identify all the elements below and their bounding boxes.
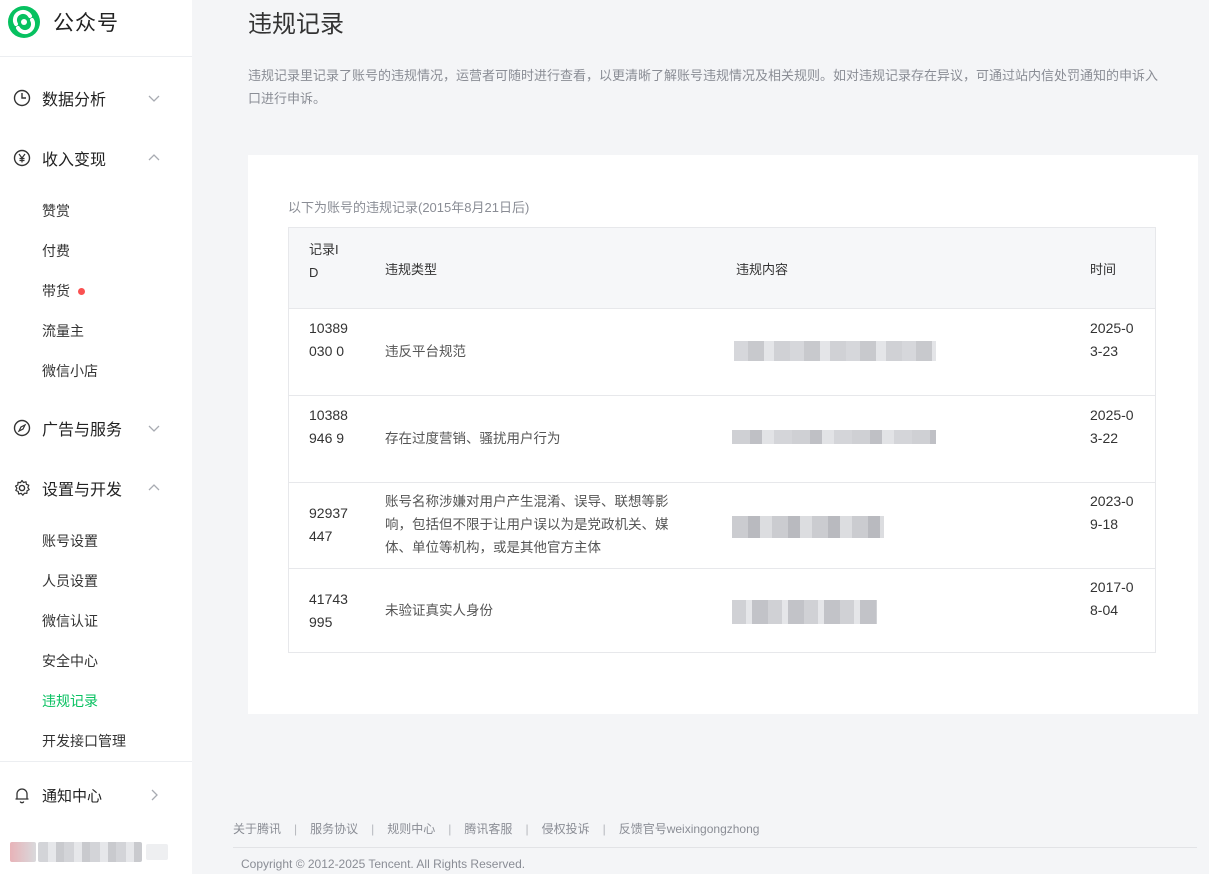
chevron-down-icon	[147, 91, 161, 105]
nav-section-settings-dev[interactable]: 设置与开发	[0, 468, 192, 508]
sidebar-item-dev-api[interactable]: 开发接口管理	[42, 729, 126, 753]
table-row: 92937447 账号名称涉嫌对用户产生混淆、误导、联想等影响，包括但不限于让用…	[289, 482, 1155, 569]
violation-type: 账号名称涉嫌对用户产生混淆、误导、联想等影响，包括但不限于让用户误以为是党政机关…	[385, 494, 669, 555]
compass-icon	[13, 419, 31, 437]
nav-section-label: 收入变现	[42, 152, 107, 169]
record-id: 10388946 9	[309, 407, 348, 446]
chevron-up-icon	[147, 481, 161, 495]
clock-icon	[13, 89, 31, 107]
nav-section-data-analysis[interactable]: 数据分析	[0, 78, 192, 118]
sidebar-item-staff-settings[interactable]: 人员设置	[42, 569, 98, 593]
footer-link-support[interactable]: 腾讯客服	[464, 820, 512, 837]
sidebar-item-account-settings[interactable]: 账号设置	[42, 529, 98, 553]
column-header-time: 时间	[1090, 262, 1117, 277]
footer-separator: |	[371, 821, 375, 836]
footer-separator: |	[294, 821, 298, 836]
chevron-right-icon	[147, 788, 161, 802]
wechat-official-logo-icon	[8, 6, 40, 38]
divider	[0, 761, 192, 762]
sidebar-item-label: 带货	[42, 283, 70, 299]
sidebar-item-violation-records[interactable]: 违规记录	[42, 689, 98, 713]
column-header-id: 记录ID	[309, 242, 339, 280]
brand-name: 公众号	[53, 12, 119, 35]
page-description: 违规记录里记录了账号的违规情况，运营者可随时进行查看，以更清晰了解账号违规情况及…	[248, 68, 1159, 106]
violation-content-blurred	[732, 516, 884, 538]
nav-section-label: 广告与服务	[42, 422, 123, 439]
sidebar-item-wechat-store[interactable]: 微信小店	[42, 359, 98, 383]
yen-icon	[13, 149, 31, 167]
nav-section-label: 设置与开发	[42, 482, 123, 499]
chevron-up-icon	[147, 151, 161, 165]
record-id: 41743995	[309, 591, 348, 630]
violation-content-blurred	[732, 600, 877, 624]
sidebar-item-verification[interactable]: 微信认证	[42, 609, 98, 633]
footer-link-about[interactable]: 关于腾讯	[233, 820, 281, 837]
notification-dot	[78, 287, 85, 295]
footer-link-rules[interactable]: 规则中心	[387, 820, 435, 837]
divider	[0, 56, 192, 57]
footer-links: 关于腾讯 | 服务协议 | 规则中心 | 腾讯客服 | 侵权投诉 | 反馈官号w…	[233, 820, 759, 837]
violation-time: 2025-03-23	[1090, 320, 1134, 359]
copyright: Copyright © 2012-2025 Tencent. All Right…	[241, 857, 526, 871]
records-card: 以下为账号的违规记录(2015年8月21日后) 记录ID 违规类型 违规内容 时…	[248, 155, 1198, 714]
nav-section-label: 数据分析	[42, 92, 107, 109]
chevron-down-icon	[147, 421, 161, 435]
sidebar-item-security-center[interactable]: 安全中心	[42, 649, 98, 673]
sidebar: 公众号 数据分析 收入变现 赞赏 付费 带货 流量主 微信小店 广告与服务 设置…	[0, 0, 192, 874]
table-header: 记录ID 违规类型 违规内容 时间	[289, 228, 1155, 309]
records-subtitle: 以下为账号的违规记录(2015年8月21日后)	[288, 200, 530, 215]
sidebar-item-reward[interactable]: 赞赏	[42, 199, 70, 223]
record-id: 10389030 0	[309, 320, 348, 359]
divider	[233, 847, 1197, 848]
violation-content-blurred	[734, 341, 936, 361]
violation-type: 违反平台规范	[385, 344, 466, 359]
footer-link-infringement[interactable]: 侵权投诉	[542, 820, 590, 837]
nav-section-monetization[interactable]: 收入变现	[0, 138, 192, 178]
record-id: 92937447	[309, 505, 348, 544]
column-header-type: 违规类型	[385, 262, 438, 277]
table-row: 10388946 9 存在过度营销、骚扰用户行为 2025-03-22	[289, 396, 1155, 483]
violation-time: 2025-03-22	[1090, 407, 1134, 446]
footer-link-terms[interactable]: 服务协议	[310, 820, 358, 837]
footer-separator: |	[448, 821, 452, 836]
bell-icon	[13, 786, 31, 804]
nav-section-notifications[interactable]: 通知中心	[0, 775, 192, 815]
table-row: 41743995 未验证真实人身份 2017-08-04	[289, 568, 1155, 654]
footer-link-feedback[interactable]: 反馈官号weixingongzhong	[619, 820, 760, 837]
nav-section-label: 通知中心	[42, 787, 103, 805]
violation-table: 记录ID 违规类型 违规内容 时间 10389030 0 违反平台规范 2025…	[288, 227, 1156, 653]
violation-content-blurred	[732, 430, 936, 444]
brand-logo[interactable]: 公众号	[7, 4, 119, 40]
sidebar-item-commerce[interactable]: 带货	[42, 279, 85, 303]
page-title: 违规记录	[248, 11, 344, 38]
table-row: 10389030 0 违反平台规范 2025-03-23	[289, 309, 1155, 396]
footer-separator: |	[525, 821, 529, 836]
violation-type: 存在过度营销、骚扰用户行为	[385, 431, 561, 446]
gear-icon	[13, 479, 31, 497]
violation-time: 2023-09-18	[1090, 493, 1134, 532]
column-header-content: 违规内容	[736, 262, 789, 277]
violation-time: 2017-08-04	[1090, 579, 1134, 618]
account-avatar-blurred[interactable]	[10, 838, 170, 866]
nav-section-ads-services[interactable]: 广告与服务	[0, 408, 192, 448]
violation-type: 未验证真实人身份	[385, 603, 493, 618]
sidebar-item-traffic-owner[interactable]: 流量主	[42, 319, 84, 343]
footer-separator: |	[602, 821, 606, 836]
sidebar-item-paid[interactable]: 付费	[42, 239, 70, 263]
